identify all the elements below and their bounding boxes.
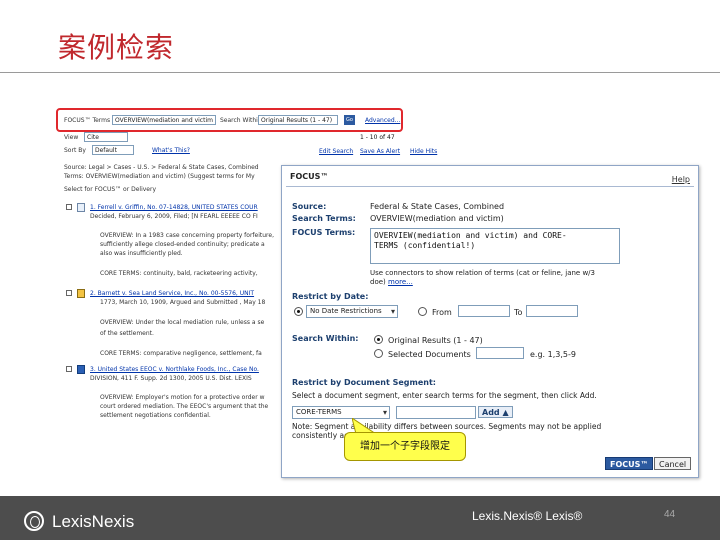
result-date: 1773, March 10, 1909, Argued and Submitt… [100,299,266,306]
save-alert-link[interactable]: Save As Alert [360,148,400,155]
lexisnexis-logo-icon [24,511,44,531]
restrict-segment-label: Restrict by Document Segment: [292,378,436,387]
to-date-field[interactable] [526,305,578,317]
from-date-field[interactable] [458,305,510,317]
connectors-hint: Use connectors to show relation of terms… [370,269,595,277]
segment-hint: Select a document segment, enter search … [292,391,597,400]
callout-note: 增加一个子字段限定 [344,432,466,461]
slide-title: 案例检索 [58,31,175,64]
search-bar-highlight [56,108,403,132]
segment-terms-field[interactable] [396,406,476,419]
result-overview: OVERVIEW: In a 1983 case concerning prop… [100,232,274,239]
date-range-radio[interactable] [418,307,427,316]
result-checkbox[interactable] [66,204,72,210]
result-date: Decided, February 6, 2009, Filed; [N FEA… [90,213,258,220]
selected-docs-field[interactable] [476,347,524,359]
terms-line: Terms: OVERVIEW(mediation and victim) (S… [64,173,255,180]
title-divider [0,72,720,73]
original-results-radio[interactable] [374,335,383,344]
warning-document-icon [77,289,85,298]
dialog-title: FOCUS™ [290,172,329,181]
search-terms-label: Search Terms: [292,214,356,223]
result-core-terms: CORE TERMS: continuity, bald, racketeeri… [100,270,258,277]
sort-select[interactable]: Default [92,145,134,155]
result-core-terms: CORE TERMS: comparative negligence, sett… [100,350,262,357]
source-label: Source: [292,202,327,211]
document-icon [77,203,85,212]
pagination: 1 - 10 of 47 [360,134,395,141]
sort-label: Sort By [64,147,86,154]
focus-terms-label: FOCUS Terms: [292,228,356,237]
restrict-date-label: Restrict by Date: [292,292,369,301]
result-overview: OVERVIEW: Employer's motion for a protec… [100,394,265,401]
view-label: View [64,134,79,141]
cancel-button[interactable]: Cancel [654,457,692,470]
result-title[interactable]: 3. United States EEOC v. Northlake Foods… [90,366,259,373]
selected-docs-option: Selected Documents [388,350,471,359]
focus-terms-line: TERMS (confidential!) [374,241,476,250]
result-overview: of the settlement. [100,330,154,337]
edit-search-link[interactable]: Edit Search [319,148,353,155]
connectors-hint-end: doe) [370,278,386,286]
result-overview: OVERVIEW: Under the local mediation rule… [100,319,265,326]
whats-this-link[interactable]: What's This? [152,147,190,154]
info-document-icon [77,365,85,374]
result-overview: court ordered mediation. The EEOC's argu… [100,403,269,410]
view-select[interactable]: Cite [84,132,128,142]
date-restriction-select[interactable]: No Date Restrictions [306,305,398,318]
dialog-divider [286,186,694,187]
focus-button[interactable]: FOCUS™ [605,457,654,470]
selected-docs-hint: e.g. 1,3,5-9 [530,350,576,359]
focus-dialog: FOCUS™ Help Source: Federal & State Case… [281,165,699,478]
search-within-label: Search Within: [292,334,359,343]
result-checkbox[interactable] [66,290,72,296]
result-date: DIVISION, 411 F. Supp. 2d 1300, 2005 U.S… [90,375,252,382]
original-results-option: Original Results (1 - 47) [388,336,483,345]
selected-docs-radio[interactable] [374,349,383,358]
source-value: Federal & State Cases, Combined [370,202,505,211]
connectors-hint: doe) more... [370,278,413,286]
to-label: To [514,308,523,317]
add-button-label: Add [482,408,500,417]
source-line: Source: Legal > Cases - U.S. > Federal &… [64,164,259,171]
result-title[interactable]: 1. Ferrell v. Griffin, No. 07-14828, UNI… [90,204,258,211]
more-link[interactable]: more... [388,278,413,286]
from-label: From [432,308,452,317]
focus-terms-textarea[interactable]: OVERVIEW(mediation and victim) and CORE-… [370,228,620,264]
result-overview: sufficiently allege closed-ended continu… [100,241,265,248]
select-line: Select for FOCUS™ or Delivery [64,186,156,193]
add-button[interactable]: Add ▲ [478,406,513,418]
result-overview: settlement negotiations confidential. [100,412,211,419]
focus-terms-line: OVERVIEW(mediation and victim) and CORE- [374,231,567,240]
result-checkbox[interactable] [66,366,72,372]
date-radio[interactable] [294,307,303,316]
footer-center-text: Lexis.Nexis® Lexis® [472,509,583,523]
segment-note: Note: Segment availability differs betwe… [292,422,602,431]
hide-hits-link[interactable]: Hide Hits [410,148,437,155]
result-title[interactable]: 2. Barnett v. Sea Land Service, Inc., No… [90,290,254,297]
footer-logo-text: LexisNexis [52,512,135,531]
result-overview: also was insufficiently pled. [100,250,183,257]
page-number: 44 [664,509,676,520]
search-terms-value: OVERVIEW(mediation and victim) [370,214,504,223]
help-link[interactable]: Help [672,175,690,184]
